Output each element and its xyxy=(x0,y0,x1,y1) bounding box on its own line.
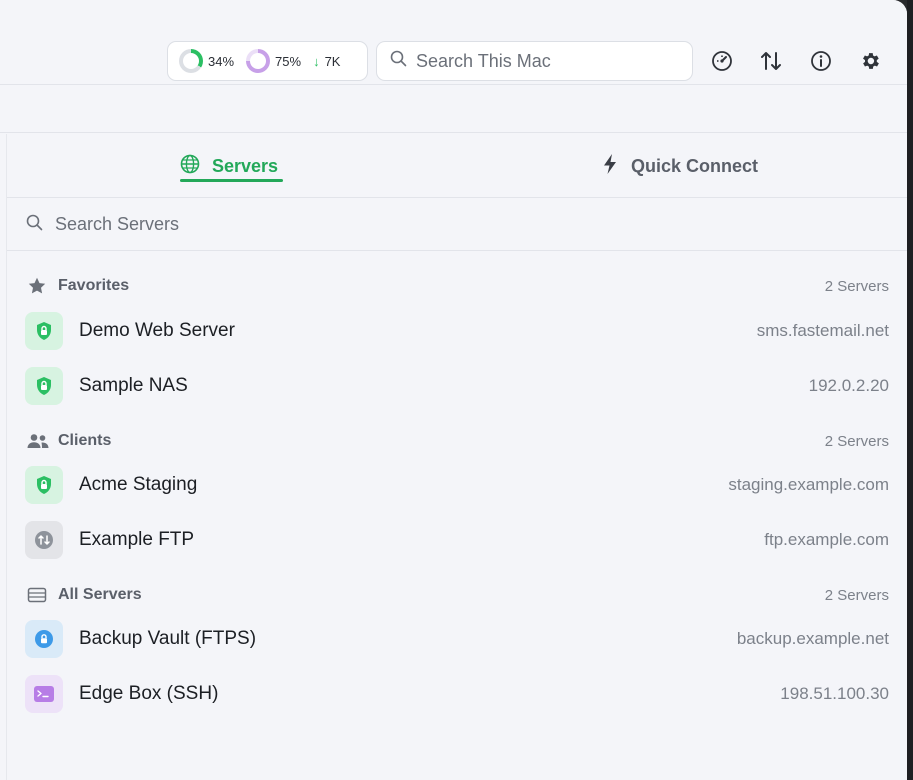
server-host: 198.51.100.30 xyxy=(780,684,889,703)
search-icon xyxy=(390,50,407,72)
server-name: Example FTP xyxy=(79,529,195,550)
network-stat: ↓ 7K xyxy=(313,54,340,69)
server-name: Acme Staging xyxy=(79,474,198,495)
section-title: Clients xyxy=(58,432,112,449)
terminal-icon xyxy=(25,675,63,713)
memory-stat: 75% xyxy=(246,49,301,73)
download-arrow-icon: ↓ xyxy=(313,53,320,69)
lock-circle-icon xyxy=(25,620,63,658)
servers-panel: Servers Quick Connect Favorites 2 Server… xyxy=(6,134,907,780)
server-row[interactable]: Backup Vault (FTPS) backup.example.net xyxy=(25,619,889,659)
section-favorites: Favorites 2 Servers xyxy=(27,275,889,297)
tab-servers-label: Servers xyxy=(212,155,279,176)
globe-icon xyxy=(180,154,212,179)
cpu-ring-icon xyxy=(179,49,203,73)
toolbar: 34% 75% ↓ 7K xyxy=(0,0,907,85)
search-mac-field[interactable] xyxy=(376,41,693,81)
search-icon xyxy=(26,214,43,236)
secondary-toolbar xyxy=(0,86,907,133)
section-all-servers: All Servers 2 Servers xyxy=(27,584,889,606)
network-value: 7K xyxy=(324,53,341,69)
server-host: ftp.example.com xyxy=(764,530,889,549)
tab-quick-connect[interactable]: Quick Connect xyxy=(601,149,758,183)
server-row[interactable]: Example FTP ftp.example.com xyxy=(25,520,889,560)
search-servers-input[interactable] xyxy=(55,214,655,235)
section-count: 2 Servers xyxy=(824,586,889,604)
memory-percent: 75% xyxy=(275,53,302,69)
server-row[interactable]: Demo Web Server sms.fastemail.net xyxy=(25,311,889,351)
section-title: All Servers xyxy=(58,586,142,603)
background-window-edge xyxy=(907,0,913,780)
memory-ring-icon xyxy=(246,49,271,73)
server-host: backup.example.net xyxy=(736,629,889,648)
app-window: 34% 75% ↓ 7K Search This Mac Servers Qui… xyxy=(0,0,907,780)
shield-lock-icon xyxy=(25,367,63,405)
tab-servers[interactable]: Servers xyxy=(180,149,278,183)
server-host: 192.0.2.20 xyxy=(808,376,889,395)
active-tab-indicator xyxy=(180,179,283,182)
section-count: 2 Servers xyxy=(824,432,889,450)
server-name: Demo Web Server xyxy=(79,320,235,341)
shield-lock-icon xyxy=(25,466,63,504)
star-icon xyxy=(27,276,49,296)
section-title: Favorites xyxy=(58,277,130,294)
server-row[interactable]: Acme Staging staging.example.com xyxy=(25,465,889,505)
server-host: staging.example.com xyxy=(728,475,889,494)
gear-icon[interactable] xyxy=(858,49,882,73)
server-name: Edge Box (SSH) xyxy=(79,683,219,704)
server-row[interactable]: Edge Box (SSH) 198.51.100.30 xyxy=(25,674,889,714)
server-host: sms.fastemail.net xyxy=(756,321,889,340)
section-clients: Clients 2 Servers xyxy=(27,430,889,452)
server-rack-icon xyxy=(27,587,49,603)
search-mac-input[interactable] xyxy=(416,50,686,72)
system-stats-widget[interactable]: 34% 75% ↓ 7K xyxy=(167,41,368,81)
people-icon xyxy=(27,433,49,449)
server-row[interactable]: Sample NAS 192.0.2.20 xyxy=(25,366,889,406)
transfer-arrows-icon[interactable] xyxy=(759,49,783,73)
server-name: Sample NAS xyxy=(79,375,188,396)
shield-lock-icon xyxy=(25,312,63,350)
speedometer-icon[interactable] xyxy=(710,49,734,73)
info-icon[interactable] xyxy=(809,49,833,73)
section-count: 2 Servers xyxy=(824,277,889,295)
tab-quick-connect-label: Quick Connect xyxy=(631,155,759,176)
transfer-circle-icon xyxy=(25,521,63,559)
search-servers-field[interactable] xyxy=(7,199,907,251)
server-name: Backup Vault (FTPS) xyxy=(79,628,257,649)
lightning-icon xyxy=(601,153,631,180)
cpu-stat: 34% xyxy=(179,49,234,73)
cpu-percent: 34% xyxy=(208,53,235,69)
tab-bar: Servers Quick Connect xyxy=(7,134,907,198)
